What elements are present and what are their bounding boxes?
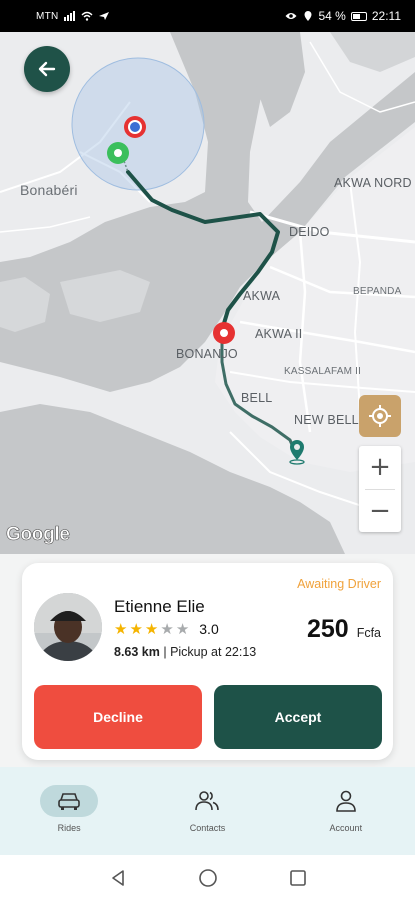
system-nav-bar — [0, 855, 415, 900]
map-label-akwa: AKWA — [243, 289, 281, 303]
trip-distance: 8.63 km — [114, 645, 160, 659]
zoom-out-button[interactable]: − — [359, 490, 401, 533]
carrier-label: MTN — [36, 10, 59, 22]
clock: 22:11 — [371, 9, 401, 23]
star-icon: ★ — [144, 620, 159, 638]
star-empty-icon: ★ — [160, 620, 174, 638]
zoom-in-button[interactable]: + — [359, 446, 401, 489]
avatar — [34, 593, 102, 661]
rating-value: 3.0 — [199, 621, 219, 637]
driver-name: Etienne Elie — [114, 597, 205, 616]
ride-status: Awaiting Driver — [297, 577, 381, 591]
recents-square-icon[interactable] — [288, 868, 308, 888]
accept-button[interactable]: Accept — [214, 685, 382, 749]
fare-currency: Fcfa — [356, 626, 381, 640]
map-label-kassalafam: KASSALAFAM II — [284, 366, 362, 377]
nav-icon-wrap — [317, 785, 375, 817]
send-icon — [98, 12, 109, 20]
map-label-new-bell: NEW BELL — [294, 413, 359, 427]
nav-item-account[interactable]: Account — [277, 767, 415, 855]
nav-icon-highlight — [40, 785, 99, 817]
origin-marker[interactable] — [105, 140, 131, 166]
pickup-marker[interactable] — [211, 320, 237, 346]
eye-icon — [285, 13, 296, 19]
nav-item-rides[interactable]: Rides — [0, 767, 138, 855]
ride-request-sheet: Awaiting Driver Etienne Elie ★ ★ ★ ★ ★ 3… — [0, 554, 415, 767]
status-bar: MTN 54 % 22:11 — [0, 0, 415, 32]
google-attribution: Google — [6, 524, 71, 546]
map-view[interactable]: Bonabéri AKWA NORD DEIDO AKWA BEPANDA AK… — [0, 32, 415, 554]
nav-label-contacts: Contacts — [189, 823, 226, 833]
map-label-bonaberi: Bonabéri — [20, 182, 78, 198]
map-label-deido: DEIDO — [289, 225, 330, 239]
zoom-controls: + − — [359, 446, 401, 532]
home-circle-icon[interactable] — [198, 868, 218, 888]
map-label-akwa-nord: AKWA NORD — [334, 176, 412, 190]
wifi-icon — [81, 11, 93, 21]
pickup-time: | Pickup at 22:13 — [159, 645, 257, 659]
nav-label-account: Account — [329, 823, 363, 833]
trip-meta: 8.63 km | Pickup at 22:13 — [114, 645, 256, 659]
battery-percent: 54 % — [318, 9, 346, 23]
destination-pin-icon[interactable] — [286, 438, 308, 466]
nav-label-rides: Rides — [57, 823, 81, 833]
map-label-bell: BELL — [241, 391, 273, 405]
map-label-bonanjo: BONANJO — [176, 347, 238, 361]
back-triangle-icon[interactable] — [108, 868, 128, 888]
car-icon — [58, 793, 80, 810]
nav-icon-wrap — [178, 785, 236, 817]
person-icon — [336, 790, 356, 812]
fare-amount: 250 — [306, 615, 349, 643]
my-location-button[interactable] — [359, 395, 401, 437]
location-icon — [304, 11, 311, 21]
arrow-left-icon — [38, 61, 56, 77]
back-button[interactable] — [24, 46, 70, 92]
driver-location-marker[interactable] — [122, 114, 148, 142]
nav-item-contacts[interactable]: Contacts — [138, 767, 276, 855]
driver-rating: ★ ★ ★ ★ ★ 3.0 — [114, 621, 219, 637]
fare: 250 Fcfa — [307, 615, 381, 644]
signal-icon — [63, 11, 75, 21]
map-label-akwa-ii: AKWA II — [255, 327, 303, 341]
map-label-bepanda: BEPANDA — [353, 286, 402, 297]
contacts-icon — [195, 791, 220, 811]
bottom-nav: Rides Contacts Account — [0, 767, 415, 855]
star-icon: ★ — [114, 620, 128, 638]
decline-button[interactable]: Decline — [34, 685, 202, 749]
crosshair-icon — [369, 405, 391, 427]
star-empty-icon: ★ — [175, 620, 190, 638]
star-icon: ★ — [129, 620, 143, 638]
battery-icon — [350, 11, 367, 21]
ride-request-card: Awaiting Driver Etienne Elie ★ ★ ★ ★ ★ 3… — [22, 563, 393, 760]
